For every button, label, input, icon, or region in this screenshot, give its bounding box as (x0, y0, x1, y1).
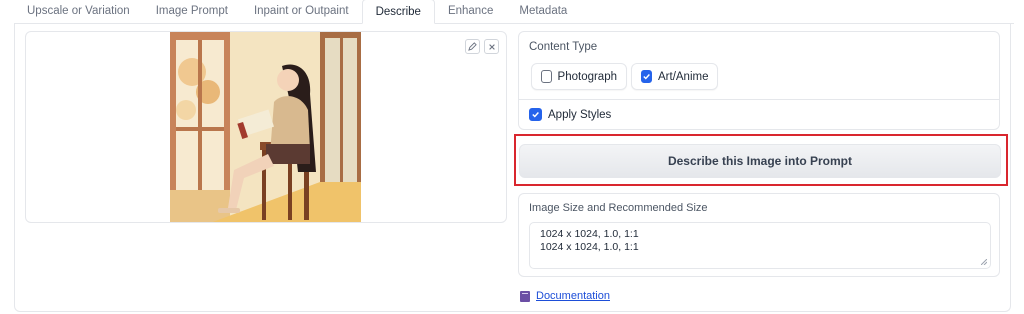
image-input-box[interactable] (25, 31, 507, 223)
image-size-textarea[interactable]: 1024 x 1024, 1.0, 1:1 1024 x 1024, 1.0, … (529, 222, 991, 269)
check-icon (643, 74, 650, 80)
photograph-checkbox[interactable] (541, 70, 552, 83)
apply-styles-label: Apply Styles (548, 108, 612, 121)
describe-image-button[interactable]: Describe this Image into Prompt (519, 144, 1001, 178)
apply-styles-checkbox[interactable] (529, 108, 542, 121)
tab-upscale-or-variation[interactable]: Upscale or Variation (14, 0, 143, 23)
documentation-label: Documentation (536, 290, 610, 302)
image-size-line: 1024 x 1024, 1.0, 1:1 (540, 228, 639, 240)
content-type-settings: Content Type Photograph Art/Anime Apply … (518, 31, 1000, 130)
close-icon[interactable] (484, 39, 499, 54)
check-icon (532, 112, 539, 118)
image-size-line: 1024 x 1024, 1.0, 1:1 (540, 241, 639, 253)
image-size-label: Image Size and Recommended Size (529, 202, 708, 214)
content-type-label: Content Type (529, 41, 598, 53)
tab-bar: Upscale or Variation Image Prompt Inpain… (14, 0, 1014, 24)
documentation-link[interactable]: Documentation (520, 290, 610, 302)
photograph-option[interactable]: Photograph (531, 63, 627, 90)
resize-handle-icon[interactable] (981, 259, 987, 265)
book-icon (520, 290, 530, 302)
art-anime-option[interactable]: Art/Anime (631, 63, 718, 90)
settings-divider (519, 99, 999, 100)
tab-inpaint-or-outpaint[interactable]: Inpaint or Outpaint (241, 0, 362, 23)
tab-image-prompt[interactable]: Image Prompt (143, 0, 241, 23)
image-size-box: Image Size and Recommended Size 1024 x 1… (518, 193, 1000, 277)
photograph-option-label: Photograph (557, 70, 617, 83)
pencil-icon[interactable] (465, 39, 480, 54)
art-anime-option-label: Art/Anime (658, 70, 709, 83)
tab-describe[interactable]: Describe (361, 0, 435, 24)
tab-enhance[interactable]: Enhance (435, 0, 506, 23)
apply-styles-option[interactable]: Apply Styles (529, 108, 611, 121)
uploaded-image (170, 32, 361, 222)
tab-metadata[interactable]: Metadata (506, 0, 580, 23)
art-anime-checkbox[interactable] (641, 70, 652, 83)
